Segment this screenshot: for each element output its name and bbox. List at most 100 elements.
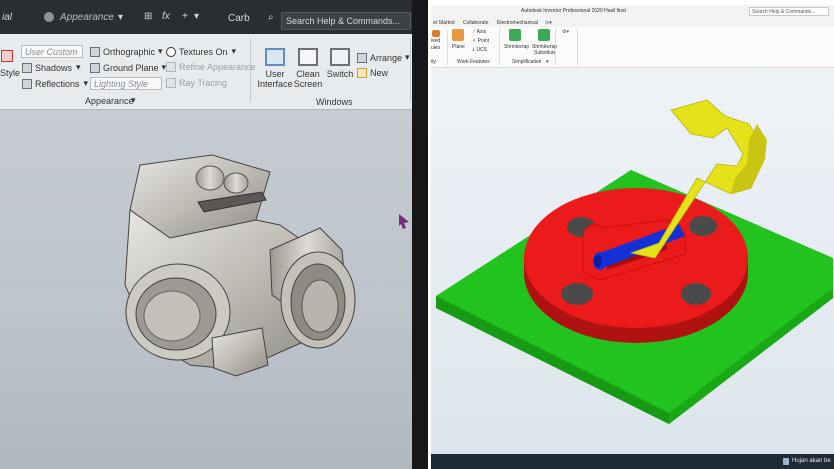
chevron-down-icon: ▾	[76, 62, 81, 72]
right-port-inner	[301, 279, 339, 333]
search-input[interactable]: Search Help & Commands...	[281, 12, 411, 30]
ray-tracing-icon	[166, 78, 176, 88]
orthographic-icon	[90, 46, 100, 57]
clean-screen-label-line1: Clean	[296, 69, 320, 79]
tab-electromechanical[interactable]: Electromechanical	[497, 20, 538, 26]
windows-panel-title: Windows	[316, 97, 353, 107]
textures-icon	[166, 46, 176, 57]
ucs-label: UCS	[476, 47, 488, 53]
window-title: Autodesk Inventor Professional 2020 Hasi…	[521, 8, 626, 14]
ground-plane-label: Ground Plane	[103, 62, 159, 73]
chevron-down-icon[interactable]: ▾	[131, 95, 136, 106]
panel-divider	[577, 29, 578, 65]
chevron-down-icon[interactable]: ▾	[118, 12, 123, 23]
style-icon	[1, 50, 13, 62]
point-button[interactable]: ✦ Point	[472, 38, 489, 44]
document-title: Carb	[228, 13, 250, 24]
title-bar: Autodesk Inventor Professional 2020 Hasi…	[431, 5, 834, 18]
shadows-label: Shadows	[35, 62, 73, 73]
view-ribbon: Style User Custom Orthographic ▾ Texture…	[0, 34, 428, 110]
search-input[interactable]: Search Help & Commands...	[749, 7, 829, 16]
workspace-stub: ial	[2, 12, 13, 23]
ribbon-tabs: et Started Collaborate Electromechanical…	[431, 18, 834, 27]
shrinkwrap-substitute-line2[interactable]: Substitute	[534, 50, 556, 56]
refine-appearance-icon	[166, 62, 176, 72]
bolt-head	[681, 283, 711, 305]
weather-icon[interactable]	[783, 458, 789, 465]
visual-style-dropdown[interactable]: Appearance	[60, 12, 114, 23]
ground-plane-icon	[90, 62, 100, 73]
new-window-button[interactable]: New	[357, 68, 388, 78]
shrinkwrap-substitute-icon	[538, 29, 550, 41]
assembly-model	[436, 99, 833, 424]
style-button[interactable]: Style	[0, 68, 20, 78]
shrinkwrap-button[interactable]: Shrinkwrap	[504, 44, 529, 50]
toolbar-glyph-icon[interactable]: ⊞	[144, 11, 152, 22]
graphics-window[interactable]	[431, 68, 834, 454]
ray-tracing-label: Ray Tracing	[179, 78, 228, 88]
clean-screen-icon	[298, 48, 318, 66]
monitor-bezel	[412, 0, 428, 469]
title-bar: ial Appearance ▾ ⊞ fx + ▾ Carb ⌕ Search …	[0, 0, 428, 34]
mouse-cursor-icon	[399, 214, 409, 229]
panel-divider	[555, 29, 556, 65]
chevron-down-icon: ▾	[231, 46, 237, 56]
tab-collaborate[interactable]: Collaborate	[463, 20, 489, 26]
switch-label: Switch	[326, 69, 354, 79]
chevron-down-icon[interactable]: ▾	[546, 59, 549, 65]
tab-overflow-icon[interactable]: ⊙▾	[545, 20, 552, 26]
left-screenshot-panel: ial Appearance ▾ ⊞ fx + ▾ Carb ⌕ Search …	[0, 0, 428, 469]
taskbar: Hujan akan be	[431, 454, 834, 469]
chevron-down-icon[interactable]: ▾	[194, 11, 199, 22]
graphics-window[interactable]	[0, 110, 428, 469]
switch-window-button[interactable]: Switch	[324, 48, 356, 79]
textures-button[interactable]: Textures On ▾	[166, 46, 236, 57]
function-icon[interactable]: fx	[162, 11, 170, 22]
clean-screen-label-line2: Screen	[293, 79, 323, 89]
simplification-panel-title: Simplification	[512, 59, 542, 65]
chevron-down-icon: ▾	[158, 46, 163, 56]
panel-divider	[250, 38, 251, 102]
carburetor-model	[124, 154, 409, 377]
orthographic-label: Orthographic	[103, 46, 156, 57]
plane-button[interactable]: Plane	[452, 44, 465, 50]
new-window-icon	[357, 68, 367, 78]
modules-stub[interactable]: ules	[431, 45, 440, 51]
shadows-button[interactable]: Shadows ▾	[22, 62, 81, 73]
new-window-label: New	[370, 68, 389, 78]
bolt-head	[689, 216, 717, 236]
refine-appearance-button[interactable]: Refine Appearance	[166, 62, 256, 72]
visual-style-icon[interactable]	[44, 12, 54, 22]
user-interface-icon	[265, 48, 285, 66]
ray-tracing-button[interactable]: Ray Tracing	[166, 78, 227, 88]
ucs-icon: ⅄	[472, 47, 476, 53]
top-boss	[195, 165, 225, 191]
switch-icon	[330, 48, 350, 66]
reflections-icon	[22, 78, 32, 89]
gear-icon[interactable]: ⚙▾	[562, 29, 569, 35]
derived-stub[interactable]: ived	[431, 38, 440, 44]
axis-button[interactable]: ⟋ Axis	[472, 29, 486, 35]
pin-end-face	[594, 255, 602, 267]
right-screenshot-panel: Autodesk Inventor Professional 2020 Hasi…	[431, 0, 834, 469]
arrange-button[interactable]: Arrange ▾	[357, 52, 410, 63]
ground-plane-button[interactable]: Ground Plane ▾	[90, 62, 166, 73]
clean-screen-button[interactable]: Clean Screen	[292, 48, 324, 89]
panel-divider	[499, 29, 500, 65]
work-features-panel-title: Work Features	[457, 59, 490, 65]
panel-divider	[447, 29, 448, 65]
tab-get-started[interactable]: et Started	[433, 20, 455, 26]
user-interface-label-line2: Interface	[257, 79, 293, 89]
reflections-button[interactable]: Reflections ▾	[22, 78, 88, 89]
user-interface-label-line1: User	[265, 69, 285, 79]
top-boss	[223, 172, 249, 194]
point-icon: ✦	[472, 38, 477, 44]
lighting-style-select[interactable]: Lighting Style	[90, 77, 162, 90]
orthographic-button[interactable]: Orthographic ▾	[90, 46, 163, 57]
user-interface-button[interactable]: User Interface	[257, 48, 293, 89]
weather-status[interactable]: Hujan akan be	[792, 458, 831, 464]
visual-style-select[interactable]: User Custom	[21, 45, 83, 58]
search-icon[interactable]: ⌕	[268, 12, 274, 23]
plus-icon[interactable]: +	[182, 11, 188, 22]
ucs-button[interactable]: ⅄ UCS	[472, 47, 487, 53]
